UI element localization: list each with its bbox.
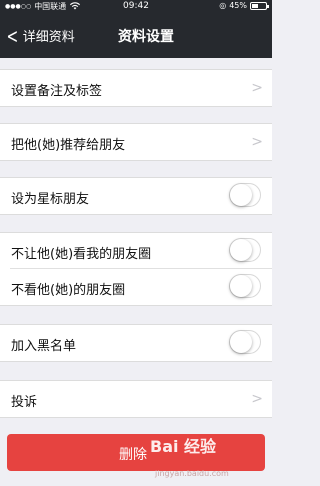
chevron-right-icon: > xyxy=(251,391,263,407)
chevron-right-icon: > xyxy=(251,134,263,150)
cell-moments-hide: 不看他(她)的朋友圈 xyxy=(0,269,272,305)
page-title: 资料设置 xyxy=(118,29,174,45)
cell-set-remark[interactable]: 设置备注及标签 > xyxy=(0,70,272,106)
moments-hide-toggle[interactable] xyxy=(229,274,261,298)
cell-moments-block: 不让他(她)看我的朋友圈 xyxy=(0,233,272,269)
group-recommend: 把他(她)推荐给朋友 > xyxy=(0,123,272,161)
toggle-knob xyxy=(230,239,252,261)
delete-button[interactable]: 删除 xyxy=(7,434,265,471)
group-remark: 设置备注及标签 > xyxy=(0,69,272,107)
cell-star-friend: 设为星标朋友 xyxy=(0,178,272,214)
cell-label: 投诉 xyxy=(11,395,38,410)
battery-icon xyxy=(250,1,269,10)
cell-label: 加入黑名单 xyxy=(11,339,77,354)
navigation-bar: < 详细资料 资料设置 xyxy=(0,14,272,58)
delete-label: 删除 xyxy=(119,447,147,463)
toggle-knob xyxy=(230,331,252,353)
group-moments: 不让他(她)看我的朋友圈 不看他(她)的朋友圈 xyxy=(0,232,272,306)
battery-group: ◎ 45% xyxy=(219,1,269,10)
cell-complain[interactable]: 投诉 > xyxy=(0,381,272,417)
cell-blacklist: 加入黑名单 xyxy=(0,325,272,361)
group-star: 设为星标朋友 xyxy=(0,177,272,215)
moments-block-toggle[interactable] xyxy=(229,238,261,262)
toggle-knob xyxy=(230,184,252,206)
battery-fill xyxy=(252,3,258,8)
cell-label: 不看他(她)的朋友圈 xyxy=(11,283,126,298)
cell-label: 设置备注及标签 xyxy=(11,84,103,99)
watermark-logo: Bai 经验 xyxy=(150,437,217,456)
status-bar: ●●●○○ 中国联通 09:42 ◎ 45% xyxy=(0,0,272,14)
cell-label: 把他(她)推荐给朋友 xyxy=(11,138,126,153)
group-blacklist: 加入黑名单 xyxy=(0,324,272,362)
cell-label: 设为星标朋友 xyxy=(11,192,90,207)
chevron-right-icon: > xyxy=(251,80,263,96)
cell-recommend[interactable]: 把他(她)推荐给朋友 > xyxy=(0,124,272,160)
cell-label: 不让他(她)看我的朋友圈 xyxy=(11,247,152,262)
group-complain: 投诉 > xyxy=(0,380,272,418)
battery-percent: 45% xyxy=(229,1,247,10)
watermark-url: jingyan.baidu.com xyxy=(155,469,229,478)
lock-rotation-icon: ◎ xyxy=(219,1,227,10)
star-toggle[interactable] xyxy=(229,183,261,207)
toggle-knob xyxy=(230,275,252,297)
blacklist-toggle[interactable] xyxy=(229,330,261,354)
